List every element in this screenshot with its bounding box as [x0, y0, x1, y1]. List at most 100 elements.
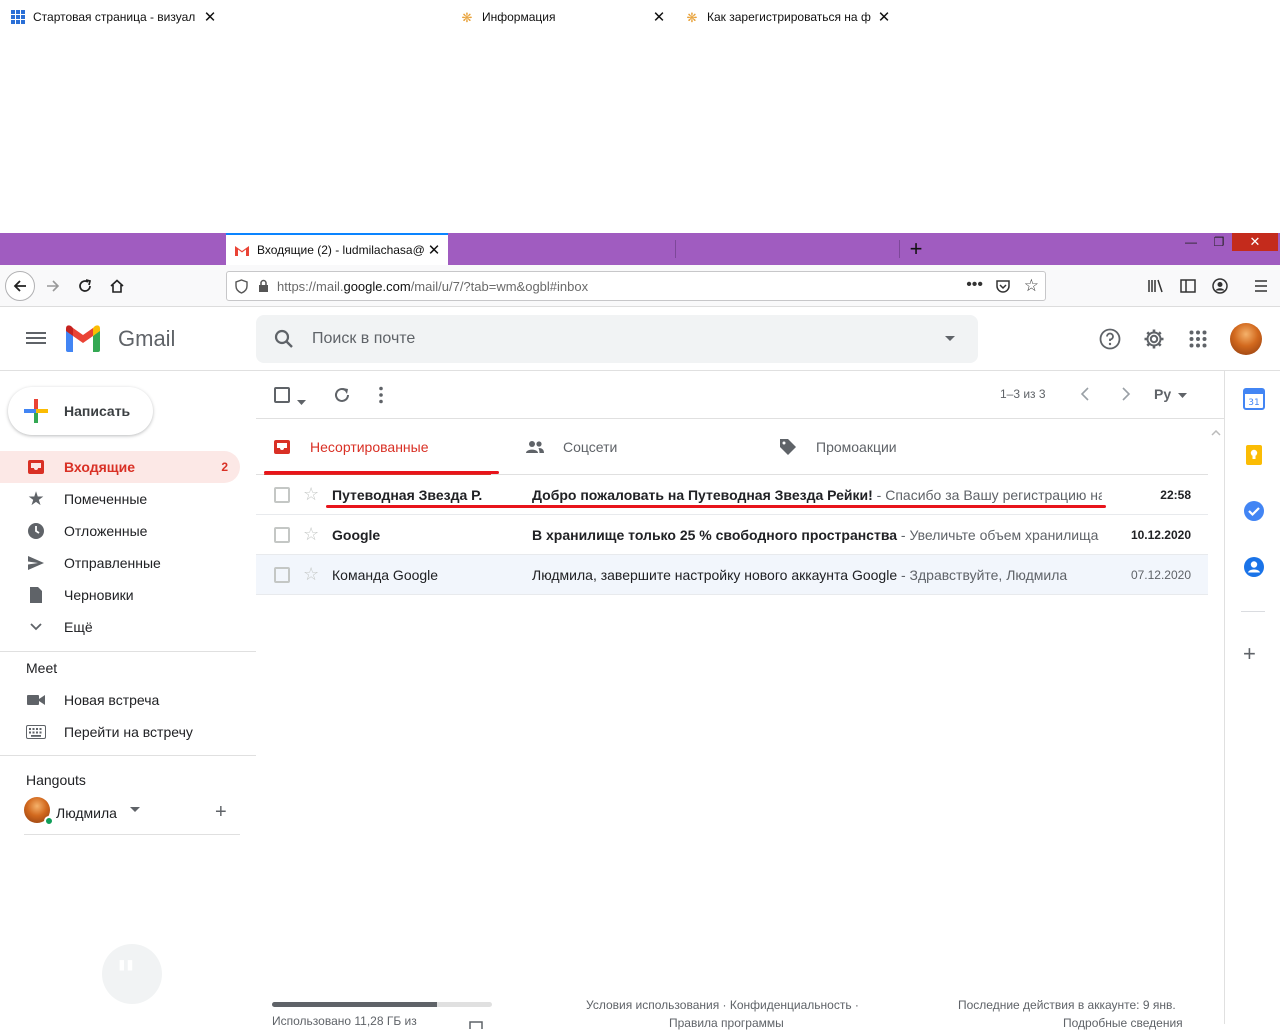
email-subject-line: Людмила, завершите настройку нового акка…: [532, 567, 1102, 583]
search-options-icon[interactable]: [944, 335, 956, 343]
refresh-icon[interactable]: [333, 386, 351, 409]
calendar-icon[interactable]: 31: [1243, 388, 1265, 410]
library-icon[interactable]: [1141, 271, 1171, 301]
sidebar-item-starred[interactable]: ★ Помеченные: [0, 483, 240, 515]
close-icon[interactable]: ✕: [202, 8, 218, 26]
sidebar: Написать Входящие 2 ★ Помеченные Отложен…: [0, 371, 256, 1024]
close-icon[interactable]: ✕: [876, 8, 892, 26]
tab-label: Промоакции: [816, 439, 897, 455]
browser-tab-gmail[interactable]: Входящие (2) - ludmilachasa@ ✕: [226, 233, 448, 265]
prev-page-icon[interactable]: [1080, 387, 1090, 406]
search-bar[interactable]: Поиск в почте: [256, 315, 978, 363]
row-checkbox[interactable]: [274, 567, 290, 583]
browser-tab-info[interactable]: ❋ Информация ✕: [451, 2, 673, 32]
account-icon[interactable]: [1205, 271, 1235, 301]
blank-area: [0, 0, 1280, 233]
sidebar-item-drafts[interactable]: Черновики: [0, 579, 240, 611]
last-activity-text: Последние действия в аккаунте: 9 янв.: [958, 998, 1176, 1012]
more-actions-icon[interactable]: •••: [966, 276, 983, 294]
star-icon[interactable]: ☆: [303, 564, 319, 585]
browser-tab-howto[interactable]: ❋ Как зарегистрироваться на ф ✕: [676, 2, 898, 32]
menu-icon[interactable]: [1246, 271, 1276, 301]
minimize-icon[interactable]: —: [1176, 233, 1206, 251]
email-snippet: - Здравствуйте, Людмила: [897, 566, 1068, 583]
reload-icon[interactable]: [70, 271, 100, 301]
main-menu-icon[interactable]: [24, 329, 48, 349]
inbox-icon: [272, 437, 292, 457]
hangouts-user-name[interactable]: Людмила: [56, 805, 117, 821]
unread-count: 2: [221, 460, 228, 474]
email-date: 22:58: [1160, 487, 1191, 502]
search-input[interactable]: Поиск в почте: [312, 330, 944, 348]
browser-navbar: https://mail.google.com/mail/u/7/?tab=wm…: [0, 265, 1280, 307]
add-contact-icon[interactable]: +: [215, 801, 227, 824]
select-dropdown-icon[interactable]: [297, 392, 306, 410]
sidebar-item-snoozed[interactable]: Отложенные: [0, 515, 240, 547]
restore-icon[interactable]: ❐: [1204, 233, 1234, 251]
keep-icon[interactable]: [1243, 444, 1265, 466]
sidebar-item-sent[interactable]: Отправленные: [0, 547, 240, 579]
external-link-icon[interactable]: [469, 1016, 483, 1034]
email-subject-line: В хранилище только 25 % свободного прост…: [532, 527, 1102, 543]
star-icon[interactable]: ☆: [303, 484, 319, 505]
gmail-logo-icon[interactable]: [64, 323, 102, 358]
video-camera-icon: [26, 690, 46, 710]
tab-label: Соцсети: [563, 439, 618, 455]
add-addon-icon[interactable]: +: [1243, 643, 1256, 665]
meet-join-meeting[interactable]: Перейти на встречу: [0, 716, 240, 748]
back-icon[interactable]: [5, 271, 35, 301]
email-sender: Путеводная Звезда Р.: [332, 486, 483, 503]
email-row[interactable]: ☆ Путеводная Звезда Р. Добро пожаловать …: [256, 475, 1208, 515]
gmail-favicon-icon: [234, 242, 250, 258]
next-page-icon[interactable]: [1121, 387, 1131, 406]
grid-icon: [10, 9, 26, 25]
sidebar-toggle-icon[interactable]: [1173, 271, 1203, 301]
row-checkbox[interactable]: [274, 527, 290, 543]
apps-grid-icon[interactable]: [1182, 323, 1214, 355]
window-close-icon[interactable]: ✕: [1232, 233, 1278, 251]
scroll-up-icon[interactable]: [1211, 423, 1221, 441]
sidebar-item-inbox[interactable]: Входящие 2: [0, 451, 240, 483]
select-all-checkbox[interactable]: [274, 387, 290, 403]
url-bar[interactable]: https://mail.google.com/mail/u/7/?tab=wm…: [226, 271, 1046, 301]
contacts-icon[interactable]: [1243, 556, 1265, 578]
row-checkbox[interactable]: [274, 487, 290, 503]
sidebar-item-more[interactable]: Ещё: [0, 611, 240, 643]
gmail-wordmark: Gmail: [118, 326, 176, 351]
details-link[interactable]: Подробные сведения: [1063, 1016, 1183, 1030]
tab-title: Стартовая страница - визуал: [33, 10, 196, 24]
email-subject: Добро пожаловать на Путеводная Звезда Ре…: [532, 486, 873, 503]
hangouts-status-dropdown-icon[interactable]: [130, 807, 140, 813]
meet-new-meeting[interactable]: Новая встреча: [0, 684, 240, 716]
forward-icon[interactable]: [38, 271, 68, 301]
tab-promotions[interactable]: Промоакции: [762, 419, 997, 475]
tab-primary[interactable]: Несортированные: [256, 419, 491, 475]
program-policy-link[interactable]: Правила программы: [669, 1016, 784, 1030]
input-language-button[interactable]: Ру: [1154, 386, 1188, 402]
hangouts-quote-icon[interactable]: ": [102, 944, 162, 1004]
scrollbar[interactable]: [1208, 419, 1224, 1024]
search-icon[interactable]: [274, 329, 294, 349]
new-tab-icon[interactable]: +: [904, 237, 928, 261]
tab-social[interactable]: Соцсети: [509, 419, 744, 475]
email-row[interactable]: ☆ Google В хранилище только 25 % свободн…: [256, 515, 1208, 555]
settings-gear-icon[interactable]: [1138, 323, 1170, 355]
help-icon[interactable]: [1094, 323, 1126, 355]
email-row[interactable]: ☆ Команда Google Людмила, завершите наст…: [256, 555, 1208, 595]
account-avatar[interactable]: [1230, 323, 1262, 355]
pocket-icon[interactable]: [995, 278, 1011, 294]
close-icon[interactable]: ✕: [651, 8, 667, 26]
more-vert-icon[interactable]: [379, 386, 383, 409]
send-icon: [26, 553, 46, 573]
browser-tab-start[interactable]: Стартовая страница - визуал ✕: [2, 2, 224, 32]
star-icon[interactable]: ☆: [303, 524, 319, 545]
home-icon[interactable]: [102, 271, 132, 301]
bookmark-star-icon[interactable]: ☆: [1024, 276, 1039, 296]
inbox-icon: [26, 457, 46, 477]
tasks-icon[interactable]: [1243, 500, 1265, 522]
shield-icon: [235, 278, 248, 294]
terms-privacy-links[interactable]: Условия использования · Конфиденциальнос…: [586, 998, 859, 1012]
close-icon[interactable]: ✕: [426, 241, 442, 259]
chevron-down-icon: [26, 617, 46, 637]
compose-button[interactable]: Написать: [8, 387, 153, 435]
